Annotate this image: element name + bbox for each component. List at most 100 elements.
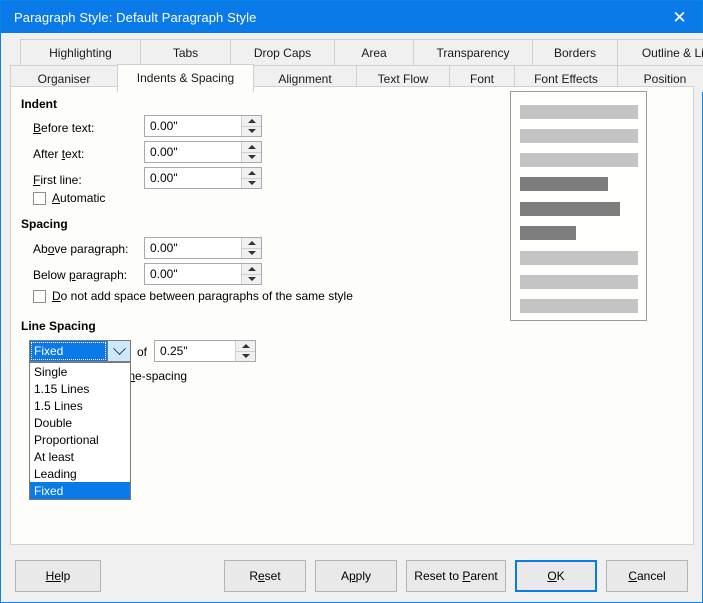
- arrow-up-icon: [241, 343, 250, 348]
- line-spacing-hint: line-spacing: [123, 369, 188, 383]
- tab-borders[interactable]: Borders: [532, 39, 618, 66]
- before-text-stepper[interactable]: [241, 116, 261, 136]
- arrow-down-icon: [247, 277, 256, 282]
- cancel-button[interactable]: Cancel: [606, 560, 688, 592]
- line-spacing-selected-value[interactable]: Fixed: [30, 341, 107, 361]
- first-line-increment[interactable]: [242, 168, 261, 179]
- below-paragraph-value[interactable]: 0.00": [145, 264, 241, 284]
- line-spacing-of-increment[interactable]: [236, 341, 255, 352]
- spacing-group-label: Spacing: [21, 217, 68, 231]
- after-text-stepper[interactable]: [241, 142, 261, 162]
- line-spacing-of-decrement[interactable]: [236, 351, 255, 361]
- line-spacing-of-value[interactable]: 0.25": [155, 341, 235, 361]
- tab-highlighting[interactable]: Highlighting: [20, 39, 141, 66]
- preview-bar: [520, 153, 638, 167]
- dropdown-option-fixed[interactable]: Fixed: [30, 482, 130, 499]
- arrow-up-icon: [247, 144, 256, 149]
- below-paragraph-label: Below paragraph:: [33, 268, 128, 282]
- first-line-decrement[interactable]: [242, 178, 261, 188]
- tab-drop-caps[interactable]: Drop Caps: [230, 39, 335, 66]
- indent-group-label: Indent: [21, 97, 57, 111]
- below-paragraph-increment[interactable]: [242, 264, 261, 275]
- preview-bar: [520, 177, 608, 191]
- above-paragraph-stepper[interactable]: [241, 238, 261, 258]
- line-spacing-combobox[interactable]: Fixed: [29, 340, 131, 362]
- no-space-same-style-checkbox[interactable]: [33, 289, 46, 303]
- tab-indents-and-spacing[interactable]: Indents & Spacing: [117, 64, 254, 92]
- preview-bar: [520, 251, 638, 265]
- help-button[interactable]: Help: [15, 560, 101, 592]
- window-title: Paragraph Style: Default Paragraph Style: [14, 9, 257, 25]
- preview-bar: [520, 129, 638, 143]
- above-paragraph-increment[interactable]: [242, 238, 261, 249]
- arrow-up-icon: [247, 240, 256, 245]
- first-line-value[interactable]: 0.00": [145, 168, 241, 188]
- first-line-spinner[interactable]: 0.00": [144, 167, 262, 189]
- line-spacing-group-label: Line Spacing: [21, 319, 96, 333]
- tab-row-1: Highlighting Tabs Drop Caps Area Transpa…: [20, 39, 703, 66]
- paragraph-preview: [510, 91, 647, 321]
- before-text-decrement[interactable]: [242, 126, 261, 136]
- dropdown-option-double[interactable]: Double: [30, 414, 130, 431]
- preview-bar: [520, 226, 576, 240]
- after-text-increment[interactable]: [242, 142, 261, 153]
- above-paragraph-decrement[interactable]: [242, 248, 261, 258]
- of-label: of: [137, 345, 148, 359]
- preview-bar: [520, 275, 638, 289]
- below-paragraph-spinner[interactable]: 0.00": [144, 263, 262, 285]
- tab-area[interactable]: Area: [334, 39, 414, 66]
- before-text-value[interactable]: 0.00": [145, 116, 241, 136]
- dropdown-option-1-15-lines[interactable]: 1.15 Lines: [30, 380, 130, 397]
- first-line-label: First line:: [33, 173, 82, 187]
- line-spacing-dropdown-list[interactable]: Single 1.15 Lines 1.5 Lines Double Propo…: [29, 362, 131, 500]
- line-spacing-of-spinner[interactable]: 0.25": [154, 340, 256, 362]
- arrow-down-icon: [241, 354, 250, 359]
- above-paragraph-value[interactable]: 0.00": [145, 238, 241, 258]
- line-spacing-of-stepper[interactable]: [235, 341, 255, 361]
- automatic-checkbox-row[interactable]: Automatic: [33, 191, 105, 205]
- close-icon[interactable]: ✕: [657, 1, 702, 33]
- title-bar: Paragraph Style: Default Paragraph Style…: [1, 1, 702, 33]
- before-text-spinner[interactable]: 0.00": [144, 115, 262, 137]
- dropdown-option-proportional[interactable]: Proportional: [30, 431, 130, 448]
- before-text-increment[interactable]: [242, 116, 261, 127]
- preview-bar: [520, 202, 620, 216]
- ok-button[interactable]: OK: [515, 560, 597, 592]
- arrow-down-icon: [247, 181, 256, 186]
- preview-bar: [520, 105, 638, 119]
- paragraph-style-dialog: Paragraph Style: Default Paragraph Style…: [0, 0, 703, 603]
- dropdown-option-at-least[interactable]: At least: [30, 448, 130, 465]
- arrow-down-icon: [247, 155, 256, 160]
- arrow-down-icon: [247, 129, 256, 134]
- tab-transparency[interactable]: Transparency: [413, 39, 533, 66]
- after-text-value[interactable]: 0.00": [145, 142, 241, 162]
- preview-bar: [520, 299, 638, 313]
- below-paragraph-decrement[interactable]: [242, 274, 261, 284]
- below-paragraph-stepper[interactable]: [241, 264, 261, 284]
- above-paragraph-label: Above paragraph:: [33, 242, 129, 256]
- dropdown-option-leading[interactable]: Leading: [30, 465, 130, 482]
- chevron-down-icon[interactable]: [107, 341, 130, 361]
- dropdown-option-single[interactable]: Single: [30, 363, 130, 380]
- no-space-same-style-checkbox-row[interactable]: Do not add space between paragraphs of t…: [33, 289, 353, 303]
- automatic-checkbox[interactable]: [33, 191, 46, 205]
- tab-outline-and-list[interactable]: Outline & List: [617, 39, 703, 66]
- first-line-stepper[interactable]: [241, 168, 261, 188]
- tab-page-indents-and-spacing: Indent Before text: 0.00" After text: 0.…: [10, 86, 694, 545]
- tab-tabs[interactable]: Tabs: [140, 39, 231, 66]
- after-text-decrement[interactable]: [242, 152, 261, 162]
- before-text-label: Before text:: [33, 121, 95, 135]
- after-text-label: After text:: [33, 147, 85, 161]
- arrow-up-icon: [247, 170, 256, 175]
- apply-button[interactable]: Apply: [315, 560, 397, 592]
- no-space-same-style-label: Do not add space between paragraphs of t…: [52, 289, 353, 303]
- dropdown-option-1-5-lines[interactable]: 1.5 Lines: [30, 397, 130, 414]
- automatic-label: Automatic: [52, 191, 106, 205]
- arrow-up-icon: [247, 266, 256, 271]
- after-text-spinner[interactable]: 0.00": [144, 141, 262, 163]
- reset-button[interactable]: Reset: [224, 560, 306, 592]
- reset-to-parent-button[interactable]: Reset to Parent: [406, 560, 506, 592]
- above-paragraph-spinner[interactable]: 0.00": [144, 237, 262, 259]
- arrow-up-icon: [247, 118, 256, 123]
- tab-strip: Highlighting Tabs Drop Caps Area Transpa…: [2, 33, 703, 92]
